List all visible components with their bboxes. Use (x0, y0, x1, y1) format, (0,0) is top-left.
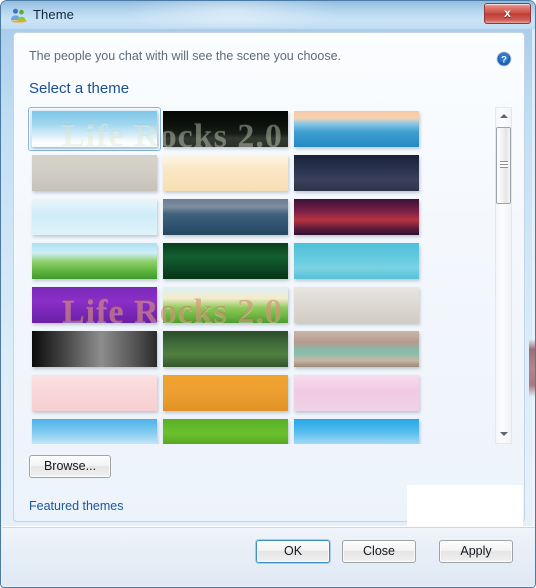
theme-thumbnail[interactable] (163, 287, 288, 323)
theme-thumbnail[interactable] (163, 375, 288, 411)
background-window-artifact (529, 339, 535, 397)
theme-grid-scrollbar[interactable] (495, 107, 512, 444)
scrollbar-thumb[interactable] (496, 127, 511, 204)
theme-thumbnail[interactable] (294, 375, 419, 411)
theme-thumbnail[interactable] (32, 419, 157, 444)
window-title: Theme (33, 7, 74, 22)
title-bar: Theme x (1, 1, 535, 29)
theme-thumbnail[interactable] (294, 199, 419, 235)
theme-thumbnail[interactable] (32, 111, 157, 147)
close-button[interactable]: Close (342, 540, 416, 563)
scroll-down-arrow-icon[interactable] (496, 426, 511, 443)
theme-thumbnail[interactable] (163, 155, 288, 191)
theme-thumbnail[interactable] (163, 331, 288, 367)
theme-thumbnail[interactable] (163, 419, 288, 444)
browse-button[interactable]: Browse... (29, 455, 111, 478)
section-title: Select a theme (29, 80, 130, 97)
scroll-up-arrow-icon[interactable] (496, 108, 511, 125)
help-question-icon[interactable]: ? (496, 51, 512, 67)
panel-subtitle: The people you chat with will see the sc… (29, 49, 341, 63)
content-panel: The people you chat with will see the sc… (13, 32, 525, 543)
svg-text:?: ? (501, 55, 507, 66)
theme-thumbnail[interactable] (294, 111, 419, 147)
theme-thumbnail[interactable] (294, 243, 419, 279)
theme-thumbnail[interactable] (32, 287, 157, 323)
featured-themes-link[interactable]: Featured themes (29, 499, 124, 513)
theme-grid[interactable]: Life Rocks 2.0Life Rocks 2.0 (28, 107, 491, 444)
theme-thumbnail[interactable] (32, 199, 157, 235)
close-icon: x (504, 6, 511, 20)
theme-thumbnail[interactable] (32, 155, 157, 191)
background-window-edge (532, 1, 535, 587)
contacts-people-icon (11, 8, 27, 23)
theme-thumbnail[interactable] (32, 331, 157, 367)
theme-dialog-window: Theme x The people you chat with will se… (0, 0, 536, 588)
dialog-footer: OK Close Apply (2, 526, 535, 586)
theme-thumbnail[interactable] (32, 375, 157, 411)
theme-thumbnail[interactable] (294, 287, 419, 323)
theme-thumbnail[interactable] (163, 243, 288, 279)
theme-thumbnail[interactable] (294, 419, 419, 444)
apply-button[interactable]: Apply (439, 540, 513, 563)
theme-thumbnail[interactable] (32, 243, 157, 279)
ok-button[interactable]: OK (256, 540, 330, 563)
theme-thumbnail[interactable] (163, 111, 288, 147)
theme-thumbnail[interactable] (294, 331, 419, 367)
window-close-button[interactable]: x (484, 3, 531, 24)
scrollbar-grip (500, 161, 508, 168)
theme-thumbnail[interactable] (163, 199, 288, 235)
theme-thumbnail[interactable] (294, 155, 419, 191)
